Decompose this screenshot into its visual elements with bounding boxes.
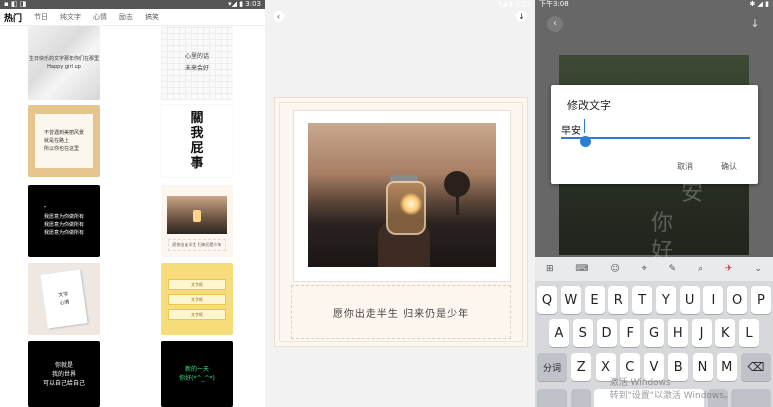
- caption-text-box[interactable]: 愿你出走半生 归来仍是少年: [291, 285, 511, 339]
- windows-watermark: 激活 Windows 转到"设置"以激活 Windows。: [609, 378, 733, 401]
- download-icon[interactable]: ↓: [516, 11, 527, 22]
- key-e[interactable]: E: [584, 286, 605, 314]
- preview-frame: 愿你出走半生 归来仍是少年: [274, 97, 528, 347]
- segment-key[interactable]: 分词: [537, 353, 567, 381]
- notepad: 文字 心情: [40, 269, 88, 329]
- template-card[interactable]: 關 我 屁 事: [161, 105, 233, 177]
- template-card[interactable]: 不曾遇到美丽风景 就是在路上 所以你也在这里: [28, 105, 100, 177]
- template-text-box: 文字框: [168, 293, 226, 305]
- preview-photo: [308, 123, 496, 267]
- text-input[interactable]: 早安: [561, 122, 581, 137]
- download-icon[interactable]: ↓: [747, 16, 763, 32]
- backspace-key[interactable]: ⌫: [741, 353, 771, 381]
- template-text: 心里的话 未来会好: [184, 53, 209, 72]
- key-s[interactable]: S: [572, 319, 593, 347]
- status-bar: ▾◢ ▮ 3:03: [265, 0, 535, 9]
- key-row-2: A S D F G H J K L: [549, 319, 759, 349]
- key-t[interactable]: T: [632, 286, 653, 314]
- note-paper: 不曾遇到美丽风景 就是在路上 所以你也在这里: [35, 114, 93, 168]
- template-text-box: 文字框: [168, 278, 226, 290]
- template-card[interactable]: “ 我愿意为你做所有 我愿意为你做所有 我愿意为你做所有: [28, 185, 100, 257]
- key-j[interactable]: J: [691, 319, 712, 347]
- template-text: 不曾遇到美丽风景 就是在路上 所以你也在这里: [43, 130, 84, 152]
- text-cursor: [584, 119, 585, 133]
- template-text: 生日快乐的文字那年你们在那里 Happy girl up: [28, 56, 99, 70]
- template-card[interactable]: 心里的话 未来会好: [161, 26, 233, 100]
- key-row-1: Q W E R T Y U I O P: [537, 286, 771, 316]
- num-key[interactable]: [570, 389, 591, 407]
- tab-inspire[interactable]: 励志: [119, 12, 133, 22]
- status-bar: ▪ ◧ ◨ ▾◢ ▮ 3:03: [0, 0, 265, 9]
- template-photo: [167, 196, 227, 234]
- cursor-handle[interactable]: [580, 136, 591, 147]
- cursor-move-icon[interactable]: ⌖: [642, 264, 647, 274]
- cancel-button[interactable]: 取消: [677, 161, 693, 172]
- keyboard: Q W E R T Y U I O P A S D F G H J K L 分词…: [535, 281, 773, 407]
- key-h[interactable]: H: [667, 319, 688, 347]
- template-text: “ 我愿意为你做所有 我愿意为你做所有 我愿意为你做所有: [43, 206, 84, 236]
- template-preview-panel: ▾◢ ▮ 3:03 ‹ ↓ 愿你出走半生 归来仍是少年: [265, 0, 535, 407]
- keyboard-icon[interactable]: ⌨: [575, 264, 588, 274]
- glow: [400, 193, 422, 215]
- key-f[interactable]: F: [620, 319, 641, 347]
- key-z[interactable]: Z: [571, 353, 592, 381]
- template-text: 你就是 我的世界 可以自己给自己: [42, 361, 85, 387]
- key-k[interactable]: K: [715, 319, 736, 347]
- key-o[interactable]: O: [727, 286, 748, 314]
- tree-trunk: [456, 193, 459, 215]
- dialog-title: 修改文字: [567, 99, 611, 112]
- template-text: 關 我 屁 事: [190, 111, 204, 171]
- key-y[interactable]: Y: [655, 286, 676, 314]
- send-icon[interactable]: ✈: [725, 264, 733, 274]
- emoji-icon[interactable]: ☺: [610, 264, 619, 274]
- template-card[interactable]: 文字框 文字框 文字框: [161, 263, 233, 335]
- collapse-keyboard-icon[interactable]: ⌄: [754, 264, 762, 274]
- back-icon[interactable]: ‹: [273, 11, 284, 22]
- template-text-box: 文字框: [168, 308, 226, 320]
- edit-text-panel: 下午3:08 ✱ ◢ ▮ ‹ ↓ 安 你 好 修改文字 早安 取消 确认 ⊞ ⌨…: [535, 0, 773, 407]
- edit-text-dialog: 修改文字 早安 取消 确认: [551, 85, 758, 184]
- key-w[interactable]: W: [560, 286, 581, 314]
- status-bar: 下午3:08 ✱ ◢ ▮: [535, 0, 773, 9]
- key-a[interactable]: A: [549, 319, 569, 347]
- tab-text-only[interactable]: 纯文字: [60, 12, 81, 22]
- key-l[interactable]: L: [739, 319, 759, 347]
- status-right: ▾◢ ▮ 3:03: [498, 0, 531, 8]
- enter-key[interactable]: [731, 389, 771, 407]
- key-r[interactable]: R: [608, 286, 629, 314]
- template-card[interactable]: 愿你出走半生 归来仍是少年: [161, 185, 233, 257]
- category-tabs: 热门 节日 纯文字 心情 励志 搞笑: [0, 9, 265, 26]
- template-card[interactable]: 生日快乐的文字那年你们在那里 Happy girl up: [28, 26, 100, 100]
- key-d[interactable]: D: [596, 319, 617, 347]
- template-card[interactable]: 文字 心情: [28, 263, 100, 335]
- tab-funny[interactable]: 搞笑: [145, 12, 159, 22]
- template-text: 新的一天 你好(*^_^*): [179, 366, 215, 382]
- key-q[interactable]: Q: [537, 286, 557, 314]
- keyboard-toolbar: ⊞ ⌨ ☺ ⌖ ✎ ⌕ ✈ ⌄: [535, 257, 773, 281]
- grid-icon[interactable]: ⊞: [546, 264, 554, 274]
- photo-card[interactable]: [293, 110, 511, 282]
- key-i[interactable]: I: [703, 286, 724, 314]
- tab-festival[interactable]: 节日: [34, 12, 48, 22]
- symbol-key[interactable]: [537, 389, 567, 407]
- status-right: ▾◢ ▮ 3:03: [228, 0, 261, 8]
- back-icon[interactable]: ‹: [547, 16, 563, 32]
- template-card[interactable]: 你就是 我的世界 可以自己给自己: [28, 341, 100, 407]
- template-card[interactable]: 新的一天 你好(*^_^*): [161, 341, 233, 407]
- tab-hot[interactable]: 热门: [4, 11, 22, 24]
- key-u[interactable]: U: [679, 286, 700, 314]
- handwrite-icon[interactable]: ✎: [669, 264, 677, 274]
- template-text: 文字 心情: [58, 291, 70, 307]
- tab-mood[interactable]: 心情: [93, 12, 107, 22]
- key-g[interactable]: G: [644, 319, 664, 347]
- key-p[interactable]: P: [750, 286, 771, 314]
- confirm-button[interactable]: 确认: [721, 161, 737, 172]
- template-caption: 愿你出走半生 归来仍是少年: [168, 239, 226, 251]
- template-gallery-panel: ▪ ◧ ◨ ▾◢ ▮ 3:03 热门 节日 纯文字 心情 励志 搞笑 生日快乐的…: [0, 0, 265, 407]
- status-right: ✱ ◢ ▮: [749, 0, 769, 8]
- status-time: 下午3:08: [539, 0, 569, 8]
- search-icon[interactable]: ⌕: [698, 264, 703, 274]
- status-left: ▪ ◧ ◨: [4, 0, 27, 8]
